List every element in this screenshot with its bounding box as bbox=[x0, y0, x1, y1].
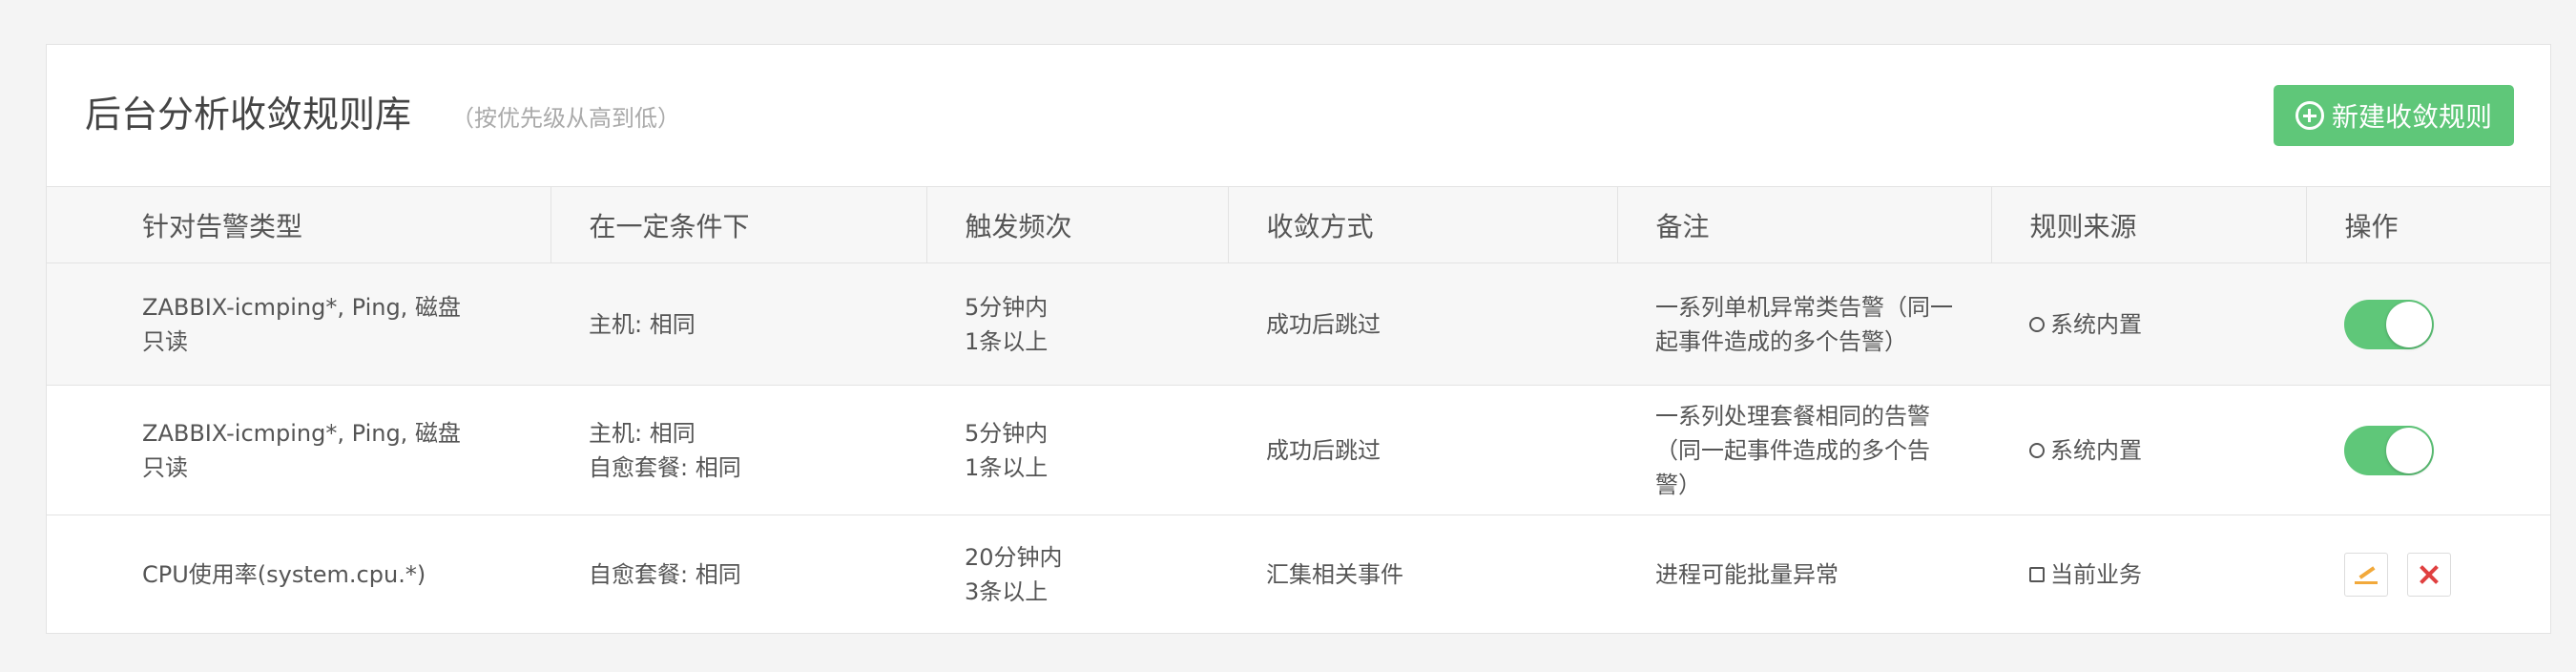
actions-cell bbox=[2306, 514, 2550, 634]
new-rule-button[interactable]: 新建收敛规则 bbox=[2274, 85, 2514, 146]
remark-cell: 进程可能批量异常 bbox=[1617, 514, 1991, 634]
conditions-cell: 主机: 相同 bbox=[551, 262, 926, 386]
actions-cell bbox=[2306, 262, 2550, 386]
remark-cell: 一系列处理套餐相同的告警 （同一起事件造成的多个告 警） bbox=[1617, 385, 1991, 515]
alert-type-line: 只读 bbox=[142, 327, 188, 355]
source-indicator: 系统内置 bbox=[2029, 433, 2268, 468]
actions-cell bbox=[2306, 385, 2550, 515]
alert-type-line: ZABBIX-icmping*, Ping, 磁盘 bbox=[142, 419, 461, 447]
remark-line: 进程可能批量异常 bbox=[1655, 560, 1839, 588]
circle-icon bbox=[2029, 316, 2045, 332]
method-cell: 汇集相关事件 bbox=[1228, 514, 1617, 634]
frequency-line: 5分钟内 bbox=[965, 293, 1049, 321]
frequency-cell: 5分钟内 1条以上 bbox=[926, 385, 1228, 515]
square-icon bbox=[2029, 566, 2045, 582]
table-row: CPU使用率(system.cpu.*) 自愈套餐: 相同 20分钟内 3条以上… bbox=[47, 514, 2550, 634]
condition-line: 主机: 相同 bbox=[589, 310, 696, 338]
remark-line: 起事件造成的多个告警） bbox=[1655, 327, 1907, 355]
method-cell: 成功后跳过 bbox=[1228, 262, 1617, 386]
alert-type-cell: CPU使用率(system.cpu.*) bbox=[47, 514, 551, 634]
alert-type-line: CPU使用率(system.cpu.*) bbox=[142, 560, 426, 588]
page-subtitle: （按优先级从高到低） bbox=[451, 105, 680, 132]
column-header-actions: 操作 bbox=[2306, 186, 2550, 263]
remark-line: （同一起事件造成的多个告 bbox=[1655, 436, 1930, 464]
page-title: 后台分析收敛规则库 bbox=[85, 94, 412, 136]
source-label: 系统内置 bbox=[2050, 436, 2142, 464]
new-rule-button-label: 新建收敛规则 bbox=[2331, 101, 2492, 133]
remark-line: 警） bbox=[1655, 471, 1701, 498]
delete-button[interactable] bbox=[2407, 552, 2451, 597]
enable-toggle[interactable] bbox=[2344, 425, 2434, 475]
table-header-row: 针对告警类型 在一定条件下 触发频次 收敛方式 备注 规则来源 操作 bbox=[47, 186, 2550, 263]
source-label: 系统内置 bbox=[2050, 310, 2142, 338]
enable-toggle[interactable] bbox=[2344, 299, 2434, 349]
toggle-knob bbox=[2386, 427, 2432, 473]
column-header-conditions: 在一定条件下 bbox=[551, 186, 927, 263]
circle-icon bbox=[2029, 442, 2045, 458]
column-header-source: 规则来源 bbox=[1991, 186, 2307, 263]
column-header-method: 收敛方式 bbox=[1228, 186, 1618, 263]
row-actions bbox=[2344, 552, 2512, 597]
source-indicator: 当前业务 bbox=[2029, 557, 2268, 592]
edit-icon bbox=[2355, 563, 2378, 586]
frequency-line: 20分钟内 bbox=[965, 543, 1063, 571]
column-header-alert-type: 针对告警类型 bbox=[47, 186, 551, 263]
source-cell: 当前业务 bbox=[1991, 514, 2306, 634]
frequency-cell: 20分钟内 3条以上 bbox=[926, 514, 1228, 634]
frequency-line: 5分钟内 bbox=[965, 419, 1049, 447]
column-header-frequency: 触发频次 bbox=[926, 186, 1229, 263]
conditions-cell: 自愈套餐: 相同 bbox=[551, 514, 926, 634]
column-header-remark: 备注 bbox=[1617, 186, 1992, 263]
table-row: ZABBIX-icmping*, Ping, 磁盘 只读 主机: 相同 自愈套餐… bbox=[47, 385, 2550, 515]
remark-line: 一系列处理套餐相同的告警 bbox=[1655, 402, 1930, 430]
frequency-line: 1条以上 bbox=[965, 327, 1049, 355]
conditions-cell: 主机: 相同 自愈套餐: 相同 bbox=[551, 385, 926, 515]
frequency-line: 1条以上 bbox=[965, 453, 1049, 481]
source-label: 当前业务 bbox=[2050, 560, 2142, 588]
condition-line: 自愈套餐: 相同 bbox=[589, 560, 741, 588]
remark-line: 一系列单机异常类告警（同一 bbox=[1655, 293, 1953, 321]
alert-type-cell: ZABBIX-icmping*, Ping, 磁盘 只读 bbox=[47, 262, 551, 386]
source-indicator: 系统内置 bbox=[2029, 307, 2268, 342]
alert-type-cell: ZABBIX-icmping*, Ping, 磁盘 只读 bbox=[47, 385, 551, 515]
source-cell: 系统内置 bbox=[1991, 385, 2306, 515]
plus-circle-icon bbox=[2295, 101, 2324, 130]
toggle-knob bbox=[2386, 301, 2432, 347]
alert-type-line: 只读 bbox=[142, 453, 188, 481]
rules-panel: 后台分析收敛规则库 （按优先级从高到低） 新建收敛规则 针对告警类型 在一定条件… bbox=[46, 44, 2551, 634]
source-cell: 系统内置 bbox=[1991, 262, 2306, 386]
condition-line: 主机: 相同 bbox=[589, 419, 696, 447]
edit-button[interactable] bbox=[2344, 552, 2388, 597]
alert-type-line: ZABBIX-icmping*, Ping, 磁盘 bbox=[142, 293, 461, 321]
frequency-line: 3条以上 bbox=[965, 578, 1049, 605]
method-cell: 成功后跳过 bbox=[1228, 385, 1617, 515]
remark-cell: 一系列单机异常类告警（同一 起事件造成的多个告警） bbox=[1617, 262, 1991, 386]
condition-line: 自愈套餐: 相同 bbox=[589, 453, 741, 481]
frequency-cell: 5分钟内 1条以上 bbox=[926, 262, 1228, 386]
panel-header: 后台分析收敛规则库 （按优先级从高到低） 新建收敛规则 bbox=[47, 45, 2550, 186]
delete-icon bbox=[2418, 563, 2441, 586]
rules-table: 针对告警类型 在一定条件下 触发频次 收敛方式 备注 规则来源 操作 ZABBI… bbox=[47, 186, 2550, 634]
table-row: ZABBIX-icmping*, Ping, 磁盘 只读 主机: 相同 5分钟内… bbox=[47, 262, 2550, 386]
